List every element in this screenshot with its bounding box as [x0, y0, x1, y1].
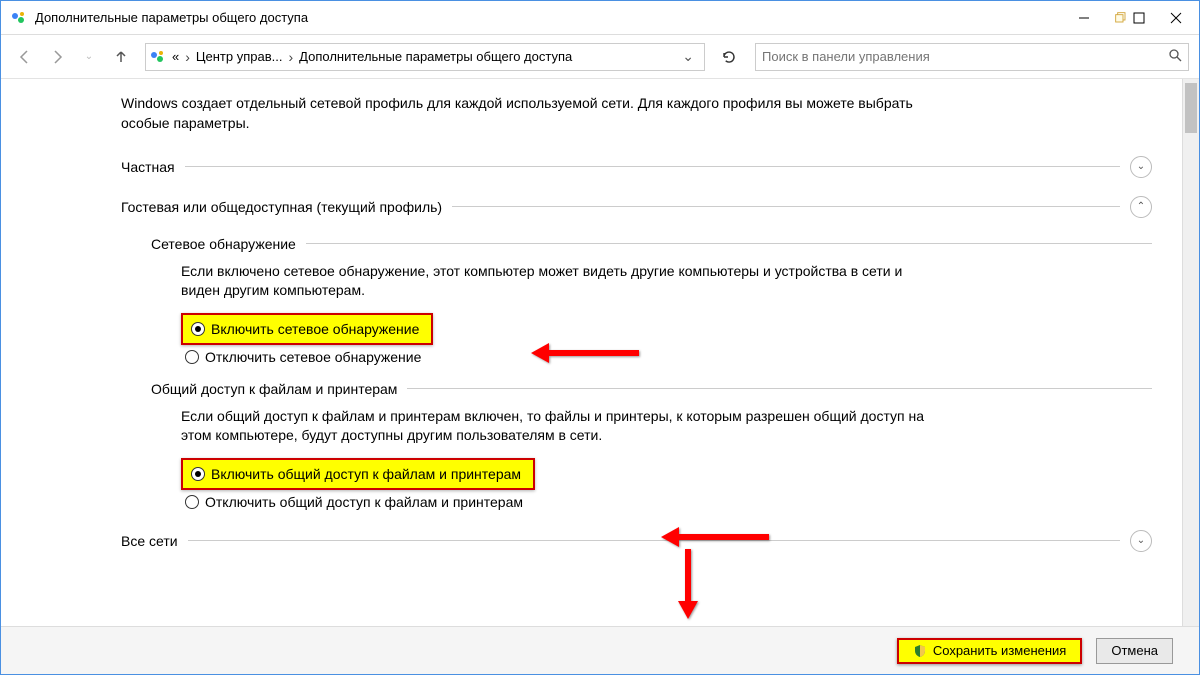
divider [407, 388, 1152, 389]
breadcrumb-part2[interactable]: Дополнительные параметры общего доступа [299, 49, 572, 64]
cancel-button[interactable]: Отмена [1096, 638, 1173, 664]
network-discovery-heading: Сетевое обнаружение [151, 236, 296, 252]
save-button[interactable]: Сохранить изменения [897, 638, 1083, 664]
profile-guest-header[interactable]: Гостевая или общедоступная (текущий проф… [121, 196, 1152, 218]
annotation-arrow-3 [678, 549, 698, 619]
file-sharing-desc: Если общий доступ к файлам и принтерам в… [181, 407, 941, 446]
highlight-network-on: Включить сетевое обнаружение [181, 313, 433, 345]
divider [306, 243, 1152, 244]
radio-label: Отключить общий доступ к файлам и принте… [205, 494, 523, 510]
profile-allnets-header[interactable]: Все сети ⌄ [121, 530, 1152, 552]
radio-icon [191, 467, 205, 481]
breadcrumb-prefix: « [172, 49, 179, 64]
titlebar: Дополнительные параметры общего доступа [1, 1, 1199, 35]
search-box[interactable] [755, 43, 1189, 71]
breadcrumb[interactable]: « › Центр управ... › Дополнительные пара… [145, 43, 705, 71]
search-icon[interactable] [1168, 48, 1182, 65]
breadcrumb-part1[interactable]: Центр управ... [196, 49, 283, 64]
nav-bar: ⌄ « › Центр управ... › Дополнительные па… [1, 35, 1199, 79]
radio-label: Включить сетевое обнаружение [211, 321, 419, 337]
breadcrumb-dropdown-icon[interactable]: ⌄ [676, 48, 700, 65]
chevron-down-icon[interactable]: ⌄ [1130, 530, 1152, 552]
vertical-scrollbar[interactable] [1182, 79, 1199, 626]
back-button[interactable] [11, 43, 39, 71]
search-input[interactable] [762, 49, 1168, 64]
scrollbar-thumb[interactable] [1185, 83, 1197, 133]
network-discovery-heading-row: Сетевое обнаружение [151, 236, 1152, 252]
radio-icon [185, 495, 199, 509]
divider [188, 540, 1120, 541]
breadcrumb-icon [150, 49, 166, 65]
profile-private-header[interactable]: Частная ⌄ [121, 156, 1152, 178]
save-button-label: Сохранить изменения [933, 643, 1067, 658]
profile-allnets-label: Все сети [121, 533, 178, 549]
close-button[interactable] [1153, 1, 1199, 34]
content-area: Windows создает отдельный сетевой профил… [1, 79, 1199, 626]
refresh-button[interactable] [715, 43, 743, 71]
radio-network-on[interactable]: Включить сетевое обнаружение [187, 319, 423, 339]
annotation-arrow-2 [661, 527, 769, 547]
breadcrumb-sep-icon: › [282, 49, 299, 65]
radio-icon [185, 350, 199, 364]
profile-guest-label: Гостевая или общедоступная (текущий проф… [121, 199, 442, 215]
radio-label: Включить общий доступ к файлам и принтер… [211, 466, 521, 482]
recent-dropdown[interactable]: ⌄ [75, 43, 103, 71]
shield-icon [913, 644, 927, 658]
divider [452, 206, 1120, 207]
minimize-button[interactable] [1061, 1, 1107, 34]
up-button[interactable] [107, 43, 135, 71]
cancel-button-label: Отмена [1111, 643, 1158, 658]
radio-icon [191, 322, 205, 336]
control-panel-icon [11, 10, 27, 26]
window-controls [1061, 1, 1199, 34]
window-title: Дополнительные параметры общего доступа [35, 10, 1061, 25]
annotation-arrow-1 [531, 343, 639, 363]
intro-text: Windows создает отдельный сетевой профил… [121, 93, 941, 134]
chevron-up-icon[interactable]: ⌃ [1130, 196, 1152, 218]
divider [185, 166, 1120, 167]
file-sharing-radio-group: Включить общий доступ к файлам и принтер… [181, 458, 1152, 512]
profile-private-label: Частная [121, 159, 175, 175]
highlight-sharing-on: Включить общий доступ к файлам и принтер… [181, 458, 535, 490]
radio-label: Отключить сетевое обнаружение [205, 349, 421, 365]
breadcrumb-sep-icon: › [179, 49, 196, 65]
restore-button[interactable] [1107, 1, 1153, 34]
file-sharing-heading-row: Общий доступ к файлам и принтерам [151, 381, 1152, 397]
footer: Сохранить изменения Отмена [1, 626, 1199, 674]
network-discovery-desc: Если включено сетевое обнаружение, этот … [181, 262, 941, 301]
radio-sharing-on[interactable]: Включить общий доступ к файлам и принтер… [187, 464, 525, 484]
window: Дополнительные параметры общего доступа … [0, 0, 1200, 675]
forward-button[interactable] [43, 43, 71, 71]
chevron-down-icon[interactable]: ⌄ [1130, 156, 1152, 178]
network-discovery-radio-group: Включить сетевое обнаружение Отключить с… [181, 313, 1152, 367]
radio-network-off[interactable]: Отключить сетевое обнаружение [181, 347, 1152, 367]
file-sharing-heading: Общий доступ к файлам и принтерам [151, 381, 397, 397]
radio-sharing-off[interactable]: Отключить общий доступ к файлам и принте… [181, 492, 1152, 512]
